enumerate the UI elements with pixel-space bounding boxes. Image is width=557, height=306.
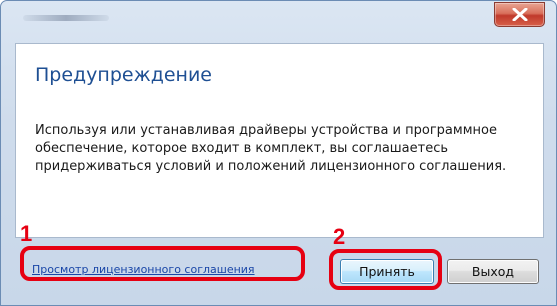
callout-number-1: 1	[20, 221, 33, 246]
warning-heading: Предупреждение	[35, 64, 212, 86]
license-message: Используя или устанавливая драйверы устр…	[35, 123, 507, 174]
dialog-content-panel: Предупреждение Используя или устанавлива…	[15, 43, 544, 238]
exit-button[interactable]: Выход	[447, 259, 539, 284]
callout-number-2: 2	[333, 224, 346, 249]
title-bar[interactable]	[1, 1, 556, 43]
license-warning-dialog: Предупреждение Используя или устанавлива…	[0, 0, 557, 306]
callout-highlight-1	[20, 246, 305, 281]
callout-highlight-2	[329, 249, 442, 290]
close-icon	[512, 8, 528, 21]
blurred-window-title	[23, 15, 109, 21]
close-button[interactable]	[494, 2, 545, 27]
